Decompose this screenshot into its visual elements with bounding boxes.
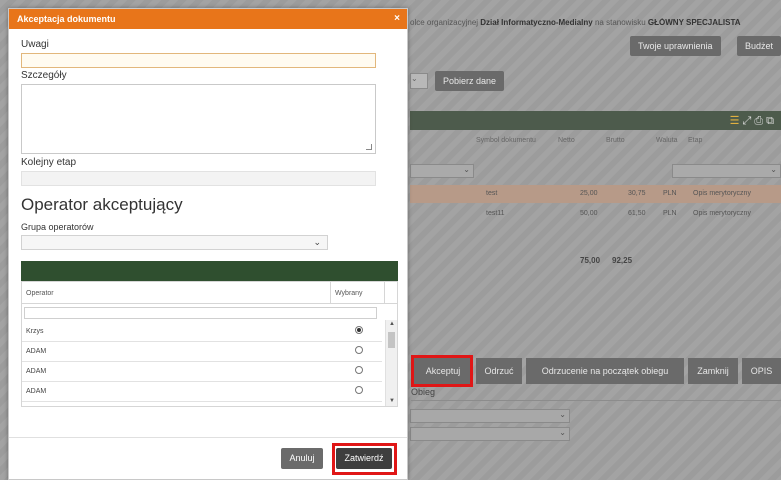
expand-icon[interactable]: ⤢ xyxy=(743,115,755,127)
dialog-footer-divider xyxy=(9,437,407,438)
uwagi-input[interactable] xyxy=(21,53,376,68)
column-operator[interactable]: Operator xyxy=(26,290,54,297)
symbol-filter[interactable]: ⌄ xyxy=(410,164,474,178)
dialog-title: Akceptacja dokumentu xyxy=(17,14,116,24)
cancel-button[interactable]: Anuluj xyxy=(281,448,323,469)
reject-to-start-button[interactable]: Odrzucenie na początek obiegu xyxy=(526,358,684,384)
user-context-line: olce organizacyjnej Dział Informatyczno-… xyxy=(410,18,741,27)
sum-brutto: 92,25 xyxy=(612,256,633,265)
opis-button[interactable]: OPIS xyxy=(742,358,781,384)
close-icon[interactable]: × xyxy=(394,9,400,29)
operator-filter-input[interactable] xyxy=(24,307,377,319)
grupa-operatorow-select[interactable]: ⌄ xyxy=(21,235,328,250)
chevron-down-icon: ⌄ xyxy=(313,237,321,247)
permissions-button[interactable]: Twoje uprawnienia xyxy=(630,36,721,56)
kolejny-etap-label: Kolejny etap xyxy=(21,157,77,168)
documents-grid-header: Symbol dokumentu Netto Brutto Waluta Eta… xyxy=(476,137,703,144)
budget-button[interactable]: Budżet xyxy=(737,36,781,56)
list-item[interactable]: ADAM xyxy=(22,382,382,402)
table-row[interactable]: test11 50,00 61,50 PLN Opis merytoryczny xyxy=(410,205,781,223)
scroll-thumb[interactable] xyxy=(388,332,395,348)
szczegoly-textarea[interactable] xyxy=(21,84,376,154)
reject-button[interactable]: Odrzuć xyxy=(476,358,522,384)
list-item[interactable]: ADAM xyxy=(22,342,382,362)
confirm-highlight-frame xyxy=(332,443,397,475)
uwagi-label: Uwagi xyxy=(21,39,49,50)
filter-select[interactable]: ⌄ xyxy=(410,73,428,89)
chevron-down-icon: ⌄ xyxy=(559,410,566,419)
operator-section-title: Operator akceptujący xyxy=(21,195,183,214)
operator-radio[interactable] xyxy=(355,366,363,374)
operators-scrollbar[interactable]: ▲ ▼ xyxy=(385,320,397,406)
etap-filter[interactable]: ⌄ xyxy=(672,164,781,178)
export-icon[interactable]: ⧉ xyxy=(766,115,777,127)
obieg-select-2[interactable]: ⌄ xyxy=(410,427,570,441)
column-divider xyxy=(384,282,385,303)
column-divider xyxy=(330,282,331,303)
resize-handle[interactable] xyxy=(366,144,372,150)
print-icon[interactable]: ⎙ xyxy=(754,115,766,127)
operators-grid-toolbar xyxy=(21,261,398,281)
list-item[interactable]: Krzys xyxy=(22,322,382,342)
list-item[interactable]: ADAM xyxy=(22,362,382,382)
operators-grid-header: Operator Wybrany xyxy=(22,282,397,304)
sum-netto: 75,00 xyxy=(580,256,601,265)
operator-radio[interactable] xyxy=(355,386,363,394)
list-icon[interactable]: ☰ xyxy=(730,115,743,127)
chevron-down-icon: ⌄ xyxy=(559,428,566,437)
tab-obieg[interactable]: Obieg xyxy=(411,387,435,397)
dialog-header: Akceptacja dokumentu × xyxy=(9,9,407,29)
chevron-down-icon: ⌄ xyxy=(411,74,418,83)
obieg-select-1[interactable]: ⌄ xyxy=(410,409,570,423)
operator-radio[interactable] xyxy=(355,346,363,354)
table-row[interactable]: test 25,00 30,75 PLN Opis merytoryczny xyxy=(410,185,781,203)
grupa-label: Grupa operatorów xyxy=(21,222,94,232)
operator-radio[interactable] xyxy=(355,326,363,334)
column-wybrany[interactable]: Wybrany xyxy=(335,290,363,297)
scroll-up-icon[interactable]: ▲ xyxy=(389,321,395,327)
close-button[interactable]: Zamknij xyxy=(688,358,738,384)
kolejny-etap-field xyxy=(21,171,376,186)
chevron-down-icon: ⌄ xyxy=(770,165,777,174)
documents-grid-toolbar: ☰⤢⎙⧉ xyxy=(410,111,781,130)
szczegoly-label: Szczegóły xyxy=(21,70,67,81)
accept-highlight-frame xyxy=(411,355,473,387)
chevron-down-icon: ⌄ xyxy=(463,165,470,174)
operators-grid: Operator Wybrany Krzys ADAM ADAM ADAM ▲ … xyxy=(21,281,398,407)
divider xyxy=(411,400,781,401)
accept-document-dialog: Akceptacja dokumentu × Uwagi Szczegóły K… xyxy=(8,8,408,480)
scroll-down-icon[interactable]: ▼ xyxy=(389,398,395,404)
fetch-data-button[interactable]: Pobierz dane xyxy=(435,71,505,91)
